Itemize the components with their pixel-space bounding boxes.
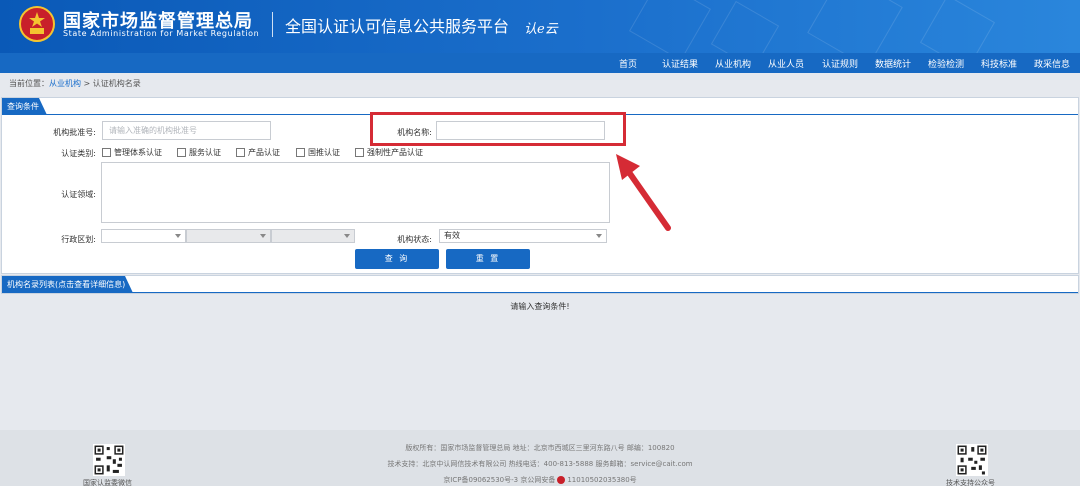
cert-type-national-checkbox[interactable]: 国推认证 xyxy=(296,147,340,158)
national-emblem-icon[interactable] xyxy=(19,6,55,44)
cert-field-textarea[interactable] xyxy=(101,162,610,223)
decorative-hexagon xyxy=(807,0,903,53)
approval-no-input[interactable] xyxy=(102,121,271,140)
nav-item-inspection[interactable]: 检验检测 xyxy=(928,57,964,70)
breadcrumb-separator: > xyxy=(83,79,91,88)
cert-type-label-text: 国推认证 xyxy=(308,148,340,157)
status-select-value: 有效 xyxy=(444,231,460,240)
cert-type-label: 认证类别: xyxy=(61,149,96,158)
footer-copyright: 版权所有：国家市场监督管理总局 地址：北京市西城区三里河东路八号 邮编：1008… xyxy=(405,444,675,452)
query-panel-title: 查询条件 xyxy=(2,98,47,115)
police-badge-icon xyxy=(557,476,566,484)
right-qr-label: 技术支持公众号 xyxy=(946,479,995,486)
breadcrumb-link-institutions[interactable]: 从业机构 xyxy=(49,79,81,88)
approval-no-label: 机构批准号: xyxy=(53,128,96,137)
cert-type-service-checkbox[interactable]: 服务认证 xyxy=(177,147,221,158)
status-label: 机构状态: xyxy=(397,235,432,244)
nav-item-home[interactable]: 首页 xyxy=(619,57,637,70)
platform-title: 全国认证认可信息公共服务平台 xyxy=(285,17,510,36)
platform-logo-icon: 认e云 xyxy=(524,22,559,37)
decorative-hexagon xyxy=(629,0,711,53)
result-panel: 机构名录列表(点击查看详细信息) xyxy=(1,275,1079,294)
nav-item-cert-rules[interactable]: 认证规则 xyxy=(822,57,858,70)
nav-item-standards[interactable]: 科技标准 xyxy=(981,57,1017,70)
annotation-arrow-icon xyxy=(616,154,671,231)
panel-title-bar xyxy=(2,292,1078,293)
checkbox-box[interactable] xyxy=(177,148,186,157)
nav-item-personnel[interactable]: 从业人员 xyxy=(768,57,804,70)
footer-icp-number: 11010502035380号 xyxy=(567,476,637,484)
breadcrumb-current: 认证机构名录 xyxy=(92,79,141,88)
reset-button[interactable]: 重 置 xyxy=(446,249,530,269)
empty-result-message: 请输入查询条件! xyxy=(510,302,570,311)
query-button[interactable]: 查 询 xyxy=(355,249,439,269)
chevron-down-icon xyxy=(344,234,350,238)
region-province-select[interactable] xyxy=(101,229,186,243)
nav-item-procurement[interactable]: 政采信息 xyxy=(1034,57,1070,70)
cert-type-ccc-checkbox[interactable]: 强制性产品认证 xyxy=(355,147,423,158)
chevron-down-icon xyxy=(175,234,181,238)
cert-type-management-checkbox[interactable]: 管理体系认证 xyxy=(102,147,162,158)
qr-code-icon xyxy=(956,444,988,476)
result-panel-title: 机构名录列表(点击查看详细信息) xyxy=(2,276,134,293)
region-district-select[interactable] xyxy=(271,229,355,243)
cert-type-label-text: 产品认证 xyxy=(248,148,280,157)
region-city-select[interactable] xyxy=(186,229,271,243)
nav-item-cert-results[interactable]: 认证结果 xyxy=(662,57,698,70)
main-nav: 首页 认证结果 从业机构 从业人员 认证规则 数据统计 检验检测 科技标准 政采… xyxy=(0,53,1080,73)
checkbox-box[interactable] xyxy=(355,148,364,157)
logo-text: 认e云 xyxy=(524,22,559,37)
checkbox-box[interactable] xyxy=(296,148,305,157)
chevron-down-icon xyxy=(260,234,266,238)
header-divider xyxy=(272,12,273,37)
footer-icp-text: 京ICP备09062530号-3 京公网安备 xyxy=(443,476,556,484)
cert-type-label-text: 强制性产品认证 xyxy=(367,148,423,157)
checkbox-box[interactable] xyxy=(102,148,111,157)
footer-support: 技术支持：北京中认网信技术有限公司 热线电话：400-813-5888 服务邮箱… xyxy=(387,460,693,468)
region-label: 行政区划: xyxy=(61,235,96,244)
status-select[interactable]: 有效 xyxy=(439,229,607,243)
cert-type-label-text: 服务认证 xyxy=(189,148,221,157)
breadcrumb-prefix: 当前位置： xyxy=(9,79,49,88)
footer-icp: 京ICP备09062530号-3 京公网安备 11010502035380号 xyxy=(0,475,1080,485)
annotation-highlight-box xyxy=(370,112,626,146)
cert-field-label: 认证领域: xyxy=(61,190,96,199)
nav-item-statistics[interactable]: 数据统计 xyxy=(875,57,911,70)
cert-type-label-text: 管理体系认证 xyxy=(114,148,162,157)
site-header: 国家市场监督管理总局 State Administration for Mark… xyxy=(0,0,1080,53)
chevron-down-icon xyxy=(596,234,602,238)
checkbox-box[interactable] xyxy=(236,148,245,157)
breadcrumb: 当前位置：从业机构 > 认证机构名录 xyxy=(9,78,141,89)
decorative-hexagon xyxy=(919,0,996,53)
decorative-hexagon xyxy=(710,0,780,53)
site-footer: 国家认监委微信 版权所有：国家市场监督管理总局 地址：北京市西城区三里河东路八号… xyxy=(0,430,1080,486)
nav-item-institutions[interactable]: 从业机构 xyxy=(715,57,751,70)
cert-type-product-checkbox[interactable]: 产品认证 xyxy=(236,147,280,158)
org-name-en: State Administration for Market Regulati… xyxy=(63,29,260,38)
